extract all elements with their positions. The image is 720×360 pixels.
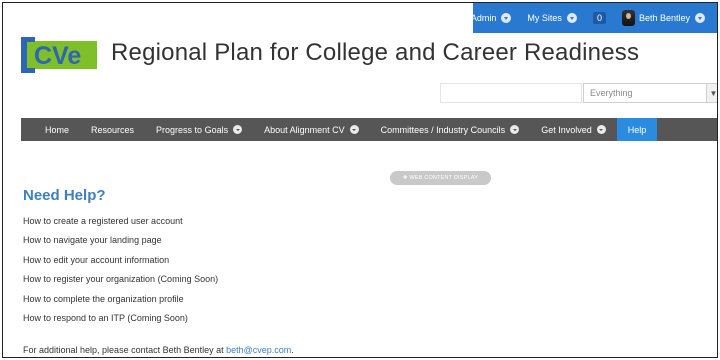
search-scope-select[interactable]: Everything — [583, 83, 707, 103]
nav-item-about-alignment-cv[interactable]: About Alignment CV — [253, 118, 370, 141]
contact-email-link[interactable]: beth@cvep.com — [226, 345, 291, 355]
list-item[interactable]: How to register your organization (Comin… — [23, 273, 218, 292]
nav-item-progress-to-goals[interactable]: Progress to Goals — [145, 118, 253, 141]
nav-item-get-involved[interactable]: Get Involved — [530, 118, 617, 141]
page-frame: Admin My Sites 0 Beth Bentley CVe Region… — [2, 2, 718, 358]
help-link-list: How to create a registered user account … — [23, 215, 218, 331]
user-name: Beth Bentley — [638, 13, 690, 23]
contact-end: . — [291, 345, 294, 355]
page-title: Regional Plan for College and Career Rea… — [111, 39, 640, 66]
help-heading: Need Help? — [23, 187, 106, 204]
admin-menu-label: Admin — [470, 13, 497, 23]
web-content-display-label: WEB CONTENT DISPLAY — [409, 175, 479, 181]
avatar — [621, 10, 635, 26]
chevron-down-icon — [510, 125, 520, 134]
notifications-button[interactable]: 0 — [585, 3, 614, 33]
chevron-down-icon — [349, 125, 359, 134]
notification-count-badge: 0 — [592, 12, 606, 24]
admin-menu[interactable]: Admin — [463, 3, 520, 33]
nav-item-home[interactable]: Home — [37, 118, 80, 141]
nav-item-label: Home — [45, 124, 70, 135]
nav-item-resources[interactable]: Resources — [80, 118, 145, 141]
search-input[interactable] — [440, 83, 582, 103]
nav-item-label: Progress to Goals — [156, 124, 229, 135]
nav-item-label: Help — [627, 124, 647, 135]
nav-item-committees[interactable]: Committees / Industry Councils — [370, 118, 531, 141]
chevron-down-icon — [233, 125, 243, 134]
logo-left-bracket — [21, 37, 27, 73]
nav-item-help[interactable]: Help — [616, 118, 658, 141]
chevron-down-icon — [566, 13, 577, 23]
web-content-display-badge[interactable]: ✚ WEB CONTENT DISPLAY — [390, 171, 491, 185]
chevron-down-icon — [596, 125, 606, 134]
nav-item-label: About Alignment CV — [264, 124, 345, 135]
contact-text: For additional help, please contact Beth… — [23, 345, 227, 355]
nav-item-label: Get Involved — [541, 124, 592, 135]
contact-note: For additional help, please contact Beth… — [23, 345, 294, 355]
chevron-down-icon[interactable]: ▼ — [707, 83, 717, 103]
admin-toolbar: Admin My Sites 0 Beth Bentley — [471, 3, 717, 33]
user-menu[interactable]: Beth Bentley — [614, 3, 713, 33]
my-sites-menu[interactable]: My Sites — [519, 3, 585, 33]
my-sites-label: My Sites — [527, 13, 562, 23]
chevron-down-icon — [501, 13, 512, 23]
chevron-down-icon — [695, 13, 705, 23]
list-item[interactable]: How to complete the organization profile — [23, 293, 218, 312]
list-item[interactable]: How to edit your account information — [23, 254, 218, 273]
cvep-logo[interactable]: CVe — [21, 37, 101, 73]
main-navigation: Home Resources Progress to Goals About A… — [21, 118, 717, 141]
list-item[interactable]: How to respond to an ITP (Coming Soon) — [23, 312, 218, 331]
list-item[interactable]: How to navigate your landing page — [23, 234, 218, 253]
nav-item-label: Committees / Industry Councils — [380, 124, 506, 135]
list-item[interactable]: How to create a registered user account — [23, 215, 218, 234]
logo-text: CVe — [34, 42, 81, 70]
nav-item-label: Resources — [91, 124, 135, 135]
